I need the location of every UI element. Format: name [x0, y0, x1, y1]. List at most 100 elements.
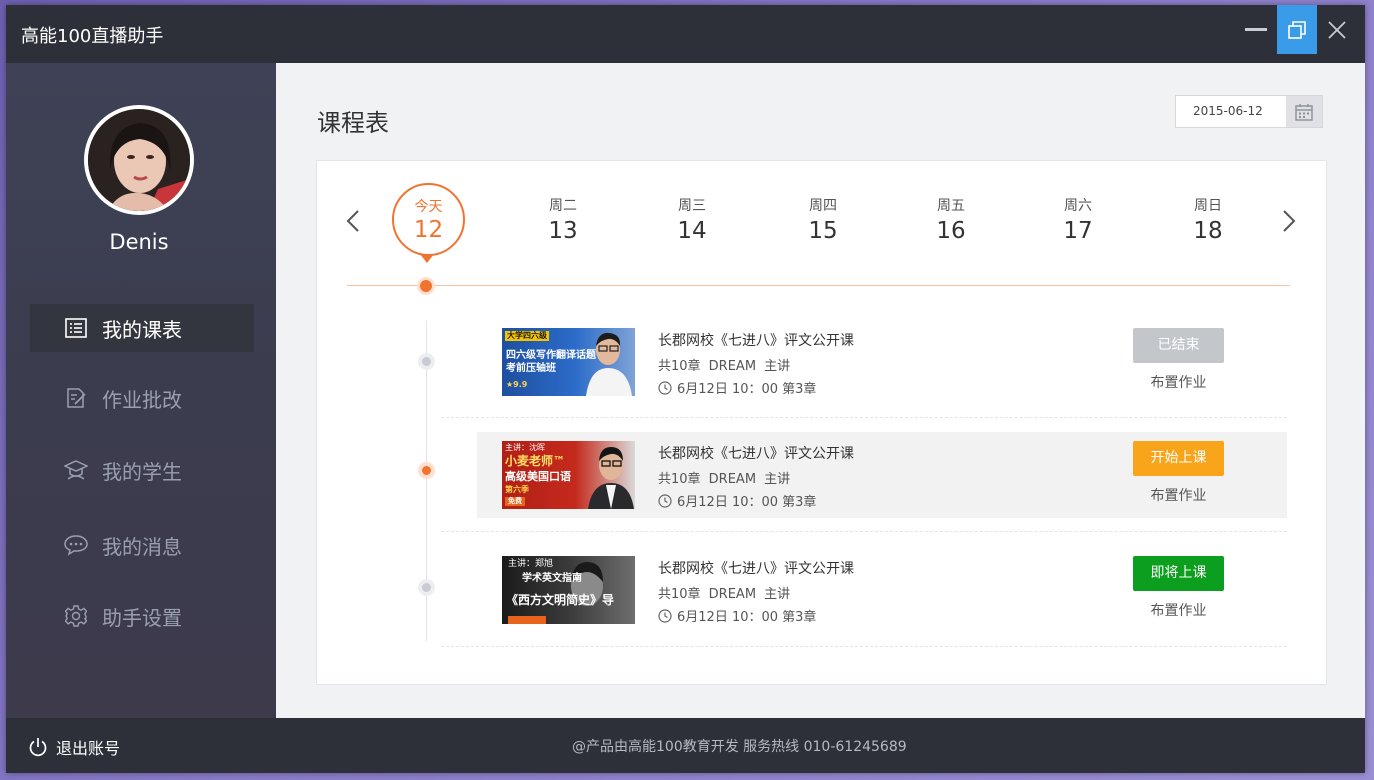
- clock-icon: [658, 493, 672, 508]
- chat-bubble-icon: [64, 533, 88, 557]
- date-picker[interactable]: 2015-06-12: [1175, 95, 1323, 128]
- restore-icon: [1288, 20, 1306, 39]
- sidebar-item-my-schedule[interactable]: 我的课表: [30, 304, 254, 352]
- thumb-text: 主讲：郑旭: [508, 559, 554, 569]
- course-thumbnail: 主讲：沈晖 小麦老师™ 高级美国口语 第六季 免费: [502, 441, 635, 509]
- thumb-text: 高级美国口语: [505, 470, 571, 483]
- course-time: 6月12日 10：00 第3章: [658, 606, 816, 625]
- footer: 退出账号 @产品由高能100教育开发 服务热线 010-61245689: [6, 718, 1365, 773]
- clock-icon: [658, 380, 672, 395]
- schedule-card: 今天 12 周二 13 周三 14 周四 15 周五 16 周六 17 周日 1…: [316, 160, 1327, 685]
- teacher-photo: [586, 332, 632, 396]
- course-thumbnail: 主讲：郑旭 学术英文指南 《西方文明简史》导: [502, 556, 635, 624]
- clock-icon: [658, 608, 672, 623]
- timeline-dot: [418, 353, 435, 370]
- teacher-photo: [588, 447, 634, 509]
- calendar-button[interactable]: [1286, 96, 1322, 127]
- graduation-cap-icon: [64, 458, 88, 482]
- sidebar-item-label: 我的消息: [102, 534, 182, 559]
- main-content: 课程表 2015-06-12 今天 12 周二 13 周三 14 周四 15 周…: [276, 63, 1365, 718]
- avatar-image: [88, 109, 190, 211]
- course-time: 6月12日 10：00 第3章: [658, 491, 816, 510]
- day-number: 17: [1063, 218, 1093, 244]
- upcoming-class-button[interactable]: 即将上课: [1133, 556, 1224, 591]
- chevron-left-icon: [346, 210, 359, 232]
- assign-homework-link[interactable]: 布置作业: [1133, 485, 1224, 505]
- course-time: 6月12日 10：00 第3章: [658, 378, 816, 397]
- day-wed[interactable]: 周三 14: [652, 195, 732, 244]
- close-icon: [1328, 20, 1346, 39]
- sidebar-item-my-messages[interactable]: 我的消息: [30, 521, 254, 569]
- bubble-pointer: [420, 254, 434, 263]
- footer-info: @产品由高能100教育开发 服务热线 010-61245689: [572, 739, 907, 755]
- day-name: 周六: [1064, 198, 1092, 214]
- start-class-button[interactable]: 开始上课: [1133, 441, 1224, 476]
- status-ended-button[interactable]: 已结束: [1133, 328, 1224, 363]
- timeline-dot-active: [418, 462, 435, 479]
- day-number: 15: [808, 218, 838, 244]
- timeline-dot: [418, 579, 435, 596]
- power-icon: [29, 738, 47, 757]
- day-name: 周五: [937, 198, 965, 214]
- thumb-text: 主讲：沈晖: [505, 443, 545, 452]
- today-marker: [417, 277, 435, 295]
- course-time-text: 6月12日 10：00 第3章: [677, 495, 817, 510]
- day-sat[interactable]: 周六 17: [1038, 195, 1118, 244]
- next-week-button[interactable]: [1277, 206, 1301, 236]
- course-thumbnail: 大学四六级 四六级写作翻译话题 考前压轴班 ★9.9: [502, 328, 635, 396]
- day-name: 周四: [809, 198, 837, 214]
- course-item[interactable]: 主讲：沈晖 小麦老师™ 高级美国口语 第六季 免费 长郡网校《七进八》评文公开课: [477, 432, 1287, 518]
- day-number: 12: [413, 217, 444, 243]
- day-name: 周二: [549, 198, 577, 214]
- day-sun[interactable]: 周日 18: [1168, 195, 1248, 244]
- logout-button[interactable]: 退出账号: [28, 735, 120, 759]
- avatar[interactable]: [84, 105, 194, 215]
- prev-week-button[interactable]: [341, 206, 365, 236]
- sidebar-item-label: 我的课表: [102, 317, 182, 342]
- sidebar-item-label: 作业批改: [102, 387, 182, 412]
- course-title: 长郡网校《七进八》评文公开课: [658, 561, 854, 577]
- thumb-text: 考前压轴班: [506, 363, 556, 374]
- assign-homework-link[interactable]: 布置作业: [1133, 372, 1224, 392]
- app-title: 高能100直播助手: [21, 26, 164, 47]
- title-bar: 高能100直播助手: [6, 5, 1365, 63]
- date-value[interactable]: 2015-06-12: [1176, 96, 1286, 127]
- thumb-text: ★9.9: [506, 380, 528, 389]
- chevron-right-icon: [1283, 210, 1296, 232]
- day-thu[interactable]: 周四 15: [783, 195, 863, 244]
- day-name: 周三: [678, 198, 706, 214]
- edit-document-icon: [64, 386, 88, 410]
- day-number: 18: [1193, 218, 1223, 244]
- course-title: 长郡网校《七进八》评文公开课: [658, 333, 854, 349]
- day-today[interactable]: 今天 12: [392, 183, 465, 256]
- course-divider: [441, 531, 1287, 532]
- sidebar: Denis 我的课表 作业批改 我的学生 我的消息 助手设置: [6, 63, 276, 718]
- sidebar-item-settings[interactable]: 助手设置: [30, 592, 254, 640]
- teacher-photo: [571, 562, 603, 606]
- logout-label: 退出账号: [56, 739, 121, 758]
- thumb-text: 免费: [505, 497, 525, 506]
- day-name: 周日: [1194, 198, 1222, 214]
- week-divider: [347, 285, 1290, 286]
- page-title: 课程表: [317, 109, 389, 137]
- course-meta: 共10章 DREAM 主讲: [658, 587, 791, 602]
- course-item[interactable]: 主讲：郑旭 学术英文指南 《西方文明简史》导 长郡网校《七进八》评文公开课 共1…: [477, 547, 1287, 633]
- minimize-icon: [1245, 28, 1267, 31]
- thumb-text: 《西方文明简史》导: [506, 593, 615, 607]
- day-fri[interactable]: 周五 16: [911, 195, 991, 244]
- assign-homework-link[interactable]: 布置作业: [1133, 600, 1224, 620]
- course-item[interactable]: 大学四六级 四六级写作翻译话题 考前压轴班 ★9.9 长郡网校《七进八》评文公开…: [477, 319, 1287, 405]
- close-button[interactable]: [1317, 5, 1357, 54]
- username: Denis: [109, 230, 169, 254]
- gear-icon: [64, 604, 88, 628]
- course-meta: 共10章 DREAM 主讲: [658, 472, 791, 487]
- sidebar-item-my-students[interactable]: 我的学生: [30, 446, 254, 494]
- sidebar-item-homework-review[interactable]: 作业批改: [30, 374, 254, 422]
- minimize-button[interactable]: [1236, 5, 1276, 54]
- day-tue[interactable]: 周二 13: [523, 195, 603, 244]
- maximize-button[interactable]: [1277, 5, 1317, 54]
- app-window: 高能100直播助手 Denis 我的课表 作业批改 我的学生 我的消息 助手设置…: [6, 5, 1365, 773]
- thumb-text: 学术英文指南: [522, 573, 582, 584]
- schedule-list-icon: [64, 316, 88, 340]
- thumb-text: 第六季: [505, 485, 529, 494]
